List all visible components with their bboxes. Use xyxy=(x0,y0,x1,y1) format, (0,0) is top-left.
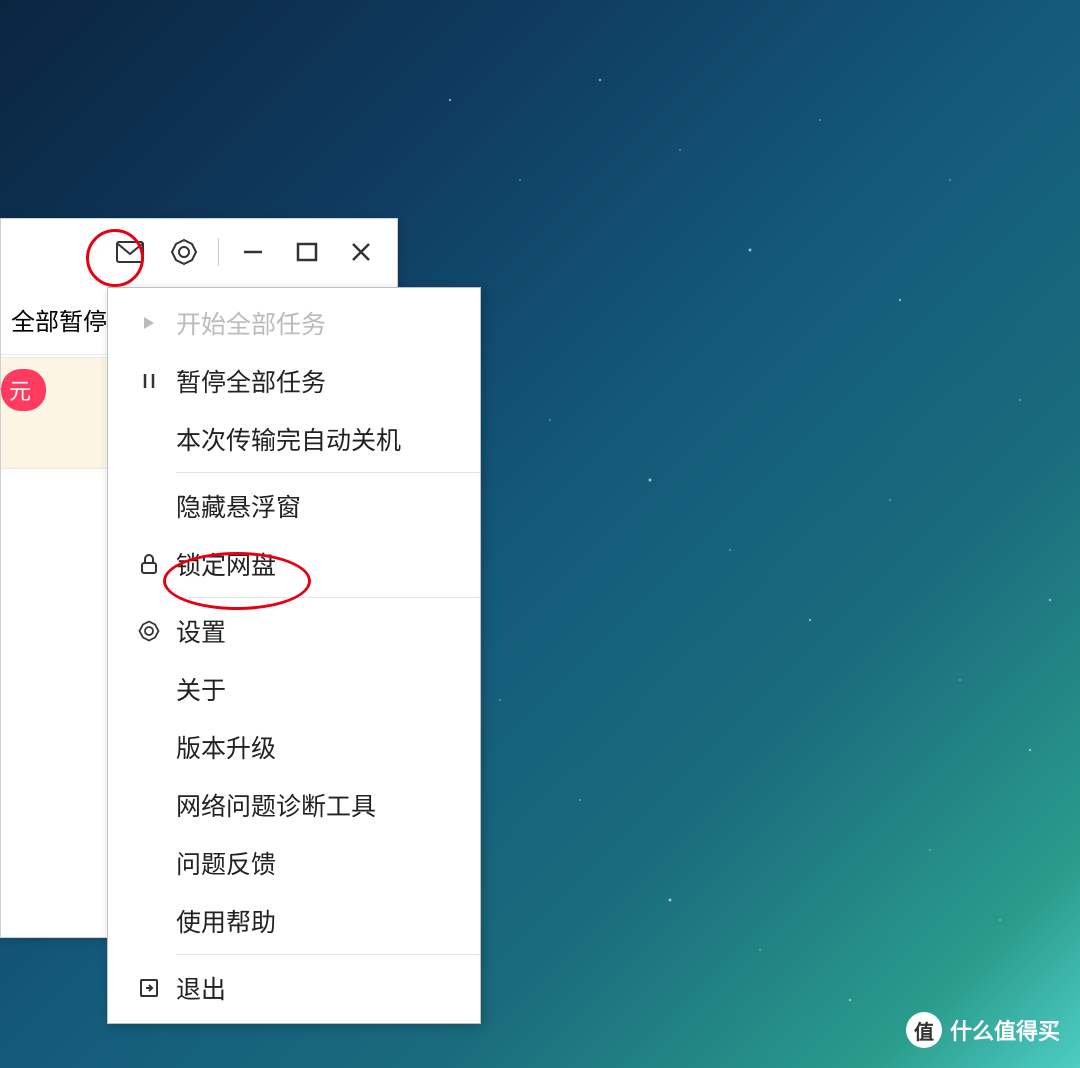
watermark-text: 什么值得买 xyxy=(950,1014,1060,1046)
menu-label: 版本升级 xyxy=(176,729,276,765)
menu-item-pause-all[interactable]: 暂停全部任务 xyxy=(108,352,480,410)
menu-item-help[interactable]: 使用帮助 xyxy=(108,892,480,950)
close-button[interactable] xyxy=(337,228,385,276)
menu-label: 本次传输完自动关机 xyxy=(176,421,401,457)
menu-label: 锁定网盘 xyxy=(176,546,276,582)
menu-label: 网络问题诊断工具 xyxy=(176,787,376,823)
menu-label: 隐藏悬浮窗 xyxy=(176,488,301,524)
menu-divider xyxy=(176,597,480,598)
exit-icon xyxy=(122,978,176,998)
pause-icon xyxy=(122,372,176,390)
window-titlebar xyxy=(1,219,397,285)
watermark-badge: 值 xyxy=(906,1012,942,1048)
menu-item-feedback[interactable]: 问题反馈 xyxy=(108,834,480,892)
menu-divider xyxy=(176,954,480,955)
menu-label: 问题反馈 xyxy=(176,845,276,881)
play-icon xyxy=(122,315,176,331)
menu-label: 开始全部任务 xyxy=(176,305,326,341)
watermark-badge-text: 值 xyxy=(914,1016,934,1045)
pause-all-label[interactable]: 全部暂停 xyxy=(11,302,107,337)
menu-item-network-diag[interactable]: 网络问题诊断工具 xyxy=(108,776,480,834)
menu-item-about[interactable]: 关于 xyxy=(108,660,480,718)
maximize-button[interactable] xyxy=(283,228,331,276)
menu-item-lock[interactable]: 锁定网盘 xyxy=(108,535,480,593)
menu-label: 使用帮助 xyxy=(176,903,276,939)
settings-dropdown-menu: 开始全部任务 暂停全部任务 本次传输完自动关机 隐藏悬浮窗 锁定网盘 xyxy=(107,287,481,1024)
menu-label: 暂停全部任务 xyxy=(176,363,326,399)
menu-item-auto-shutdown[interactable]: 本次传输完自动关机 xyxy=(108,410,480,468)
watermark: 值 什么值得买 xyxy=(906,1012,1060,1048)
minimize-button[interactable] xyxy=(229,228,277,276)
menu-label: 退出 xyxy=(176,970,226,1006)
menu-item-hide-float[interactable]: 隐藏悬浮窗 xyxy=(108,477,480,535)
promo-badge[interactable]: 元 xyxy=(1,369,46,411)
titlebar-divider xyxy=(218,238,219,266)
mail-icon[interactable] xyxy=(106,228,154,276)
gear-icon[interactable] xyxy=(160,228,208,276)
menu-item-settings[interactable]: 设置 xyxy=(108,602,480,660)
menu-divider xyxy=(176,472,480,473)
lock-icon xyxy=(122,553,176,575)
menu-label: 关于 xyxy=(176,671,226,707)
menu-item-start-all: 开始全部任务 xyxy=(108,294,480,352)
menu-item-upgrade[interactable]: 版本升级 xyxy=(108,718,480,776)
menu-label: 设置 xyxy=(176,613,226,649)
promo-badge-text: 元 xyxy=(9,379,31,404)
menu-item-exit[interactable]: 退出 xyxy=(108,959,480,1017)
gear-icon xyxy=(122,620,176,642)
